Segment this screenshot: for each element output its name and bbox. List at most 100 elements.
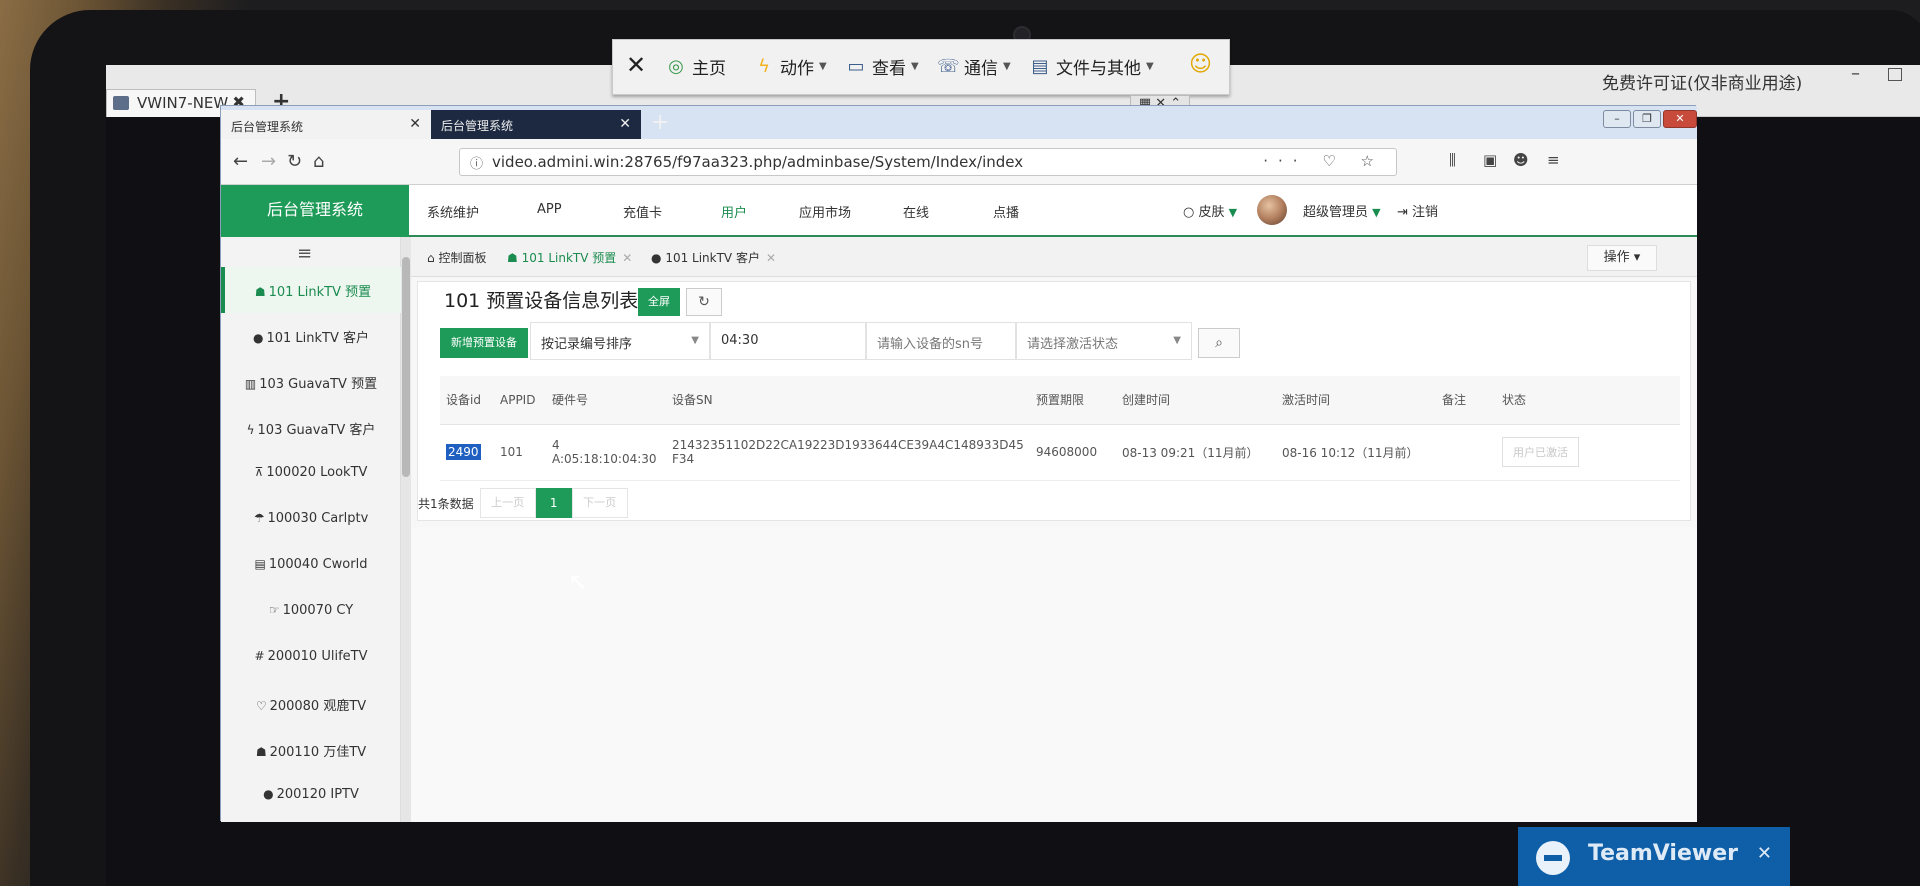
col-created[interactable]: 创建时间 — [1116, 376, 1276, 425]
next-page-button[interactable]: 下一页 — [571, 488, 628, 518]
logout-button[interactable]: ⇥ 注销 — [1397, 201, 1438, 220]
nav-system[interactable]: 系统维护 — [427, 202, 479, 221]
back-icon[interactable]: ← — [233, 151, 248, 172]
tab-linktv-preset[interactable]: ☗ 101 LinkTV 预置 ✕ — [507, 249, 632, 266]
menu-icon[interactable]: ≡ — [1547, 151, 1560, 169]
sidebar-icon[interactable]: ▣ — [1483, 151, 1497, 169]
communicate-label: 通信 — [964, 59, 998, 79]
minimize-button[interactable]: – — [1851, 65, 1860, 84]
admin-menu[interactable]: 超级管理员 ▼ — [1303, 201, 1381, 220]
sitemap-icon: ⊼ — [254, 465, 264, 479]
skin-label: 皮肤 — [1198, 205, 1225, 220]
info-icon[interactable]: ⓘ — [470, 153, 483, 172]
home-button[interactable]: ◎ 主页 — [665, 54, 726, 80]
close-window-button[interactable]: ✕ — [1663, 110, 1697, 128]
nav-recharge-card[interactable]: 充值卡 — [623, 202, 662, 221]
caret-down-icon: ▼ — [1372, 206, 1381, 219]
sidebar-item[interactable]: ● 200120 IPTV — [221, 773, 401, 819]
prev-page-button[interactable]: 上一页 — [479, 488, 536, 518]
page-actions[interactable]: ··· ♡ ☆ — [1263, 152, 1384, 170]
forward-icon[interactable]: → — [261, 151, 276, 172]
maximize-button[interactable] — [1888, 68, 1902, 81]
close-tab-icon[interactable]: ✕ — [622, 251, 632, 265]
sidebar-item[interactable]: ☞ 100070 CY — [221, 589, 401, 635]
device-id-text[interactable]: 2490 — [446, 444, 481, 460]
sidebar-item[interactable]: ☗ 101 LinkTV 预置 — [221, 267, 401, 313]
add-device-button[interactable]: 新增预置设备 — [440, 328, 528, 358]
comment-icon: ● — [263, 787, 274, 801]
admin-header: 后台管理系统 系统维护 APP 充值卡 用户 应用市场 在线 点播 ○ 皮肤 ▼… — [221, 185, 1697, 237]
reload-icon[interactable]: ↻ — [287, 151, 302, 172]
communicate-menu[interactable]: ☏ 通信 ▼ — [937, 54, 1011, 80]
sidebar-item[interactable]: ϟ 103 GuavaTV 客户 — [221, 405, 401, 451]
avatar[interactable] — [1257, 195, 1287, 225]
sidebar-scrollbar[interactable] — [401, 237, 411, 822]
sidebar-item[interactable]: ▤ 100040 Cworld — [221, 543, 401, 589]
col-device-id[interactable]: 设备id — [440, 376, 494, 425]
brand-logo[interactable]: 后台管理系统 — [221, 185, 409, 237]
close-tab-icon[interactable]: ✕ — [766, 251, 776, 265]
files-menu[interactable]: ▤ 文件与其他 ▼ — [1029, 54, 1154, 80]
refresh-button[interactable]: ↻ — [686, 288, 722, 316]
home-icon[interactable]: ⌂ — [313, 151, 324, 172]
fullscreen-button[interactable]: 全屏 — [638, 288, 680, 316]
col-expiry[interactable]: 预置期限 — [1030, 376, 1116, 425]
col-sn[interactable]: 设备SN — [666, 376, 1030, 425]
cell-device-id[interactable]: 2490 — [440, 424, 494, 481]
scrollbar-thumb[interactable] — [402, 257, 410, 477]
col-status[interactable]: 状态 — [1496, 376, 1680, 425]
close-icon[interactable]: ✕ — [1757, 843, 1772, 864]
feedback-button[interactable]: ☺ — [1189, 54, 1212, 76]
status-badge[interactable]: 用户已激活 — [1502, 437, 1579, 467]
sidebar-item[interactable]: #200010 UlifeTV — [221, 635, 401, 681]
cell-sn: 21432351102D22CA19223D1933644CE39A4C1489… — [666, 424, 1030, 481]
sidebar-item[interactable]: ♡ 200080 观鹿TV — [221, 681, 401, 727]
status-select[interactable]: 请选择激活状态 ▼ — [1016, 322, 1192, 360]
sort-select[interactable]: 按记录编号排序 ▼ — [530, 322, 710, 360]
search-button[interactable]: ⌕ — [1198, 328, 1240, 358]
col-hardware[interactable]: 硬件号 — [546, 376, 666, 425]
library-icon[interactable]: ⫼ — [1449, 151, 1456, 169]
teamviewer-panel[interactable]: TeamViewer ✕ — [1518, 827, 1790, 886]
tab-linktv-customer[interactable]: ● 101 LinkTV 客户 ✕ — [651, 249, 776, 266]
browser-tab-active[interactable]: 后台管理系统 ✕ — [431, 110, 641, 139]
browser-tab-title: 后台管理系统 — [231, 120, 304, 134]
cell-expiry: 94608000 — [1030, 424, 1116, 481]
nav-app[interactable]: APP — [537, 202, 562, 217]
sidebar-item[interactable]: ● 101 LinkTV 客户 — [221, 313, 401, 359]
operations-menu[interactable]: 操作 ▾ — [1587, 245, 1657, 271]
sn-search-input[interactable]: 请输入设备的sn号 — [866, 322, 1016, 360]
col-appid[interactable]: APPID — [494, 376, 546, 425]
skin-menu[interactable]: ○ 皮肤 ▼ — [1183, 201, 1237, 220]
tab-label: 101 LinkTV 客户 — [665, 251, 760, 265]
col-remark[interactable]: 备注 — [1436, 376, 1496, 425]
table-row[interactable]: 2490 101 4 A:05:18:10:04:30 21432351102D… — [440, 424, 1680, 481]
time-input[interactable]: 04:30 — [710, 322, 866, 360]
current-page[interactable]: 1 — [535, 488, 572, 518]
browser-tab[interactable]: 后台管理系统 ✕ — [221, 110, 431, 139]
address-bar[interactable]: ⓘ video.admini.win:28765/f97aa323.php/ad… — [459, 148, 1397, 176]
tab-dashboard[interactable]: ⌂ 控制面板 — [427, 249, 486, 266]
window-controls: – ❐ ✕ — [1603, 110, 1697, 128]
nav-vod[interactable]: 点播 — [993, 202, 1019, 221]
account-icon[interactable]: ☻ — [1513, 151, 1529, 169]
minimize-button[interactable]: – — [1603, 110, 1631, 128]
nav-online[interactable]: 在线 — [903, 202, 929, 221]
view-menu[interactable]: ▭ 查看 ▼ — [845, 54, 918, 80]
close-tab-icon[interactable]: ✕ — [409, 116, 421, 132]
new-tab-button[interactable]: + — [651, 110, 669, 135]
nav-app-market[interactable]: 应用市场 — [799, 202, 851, 221]
restore-button[interactable]: ❐ — [1633, 110, 1661, 128]
action-label: 动作 — [780, 59, 814, 79]
action-menu[interactable]: ϟ 动作 ▼ — [753, 54, 827, 80]
nav-user[interactable]: 用户 — [721, 202, 747, 221]
col-activated[interactable]: 激活时间 — [1276, 376, 1436, 425]
sidebar-item[interactable]: ☂ 100030 Carlptv — [221, 497, 401, 543]
sidebar-item[interactable]: ⊼ 100020 LookTV — [221, 451, 401, 497]
sidebar-item[interactable]: ☗ 200110 万佳TV — [221, 727, 401, 773]
sidebar-toggle-icon[interactable]: ≡ — [297, 243, 312, 264]
caret-down-icon: ▼ — [1146, 61, 1154, 72]
close-tab-icon[interactable]: ✕ — [619, 116, 631, 132]
close-remote-button[interactable]: ✕ — [625, 53, 647, 77]
sidebar-item[interactable]: ▥ 103 GuavaTV 预置 — [221, 359, 401, 405]
